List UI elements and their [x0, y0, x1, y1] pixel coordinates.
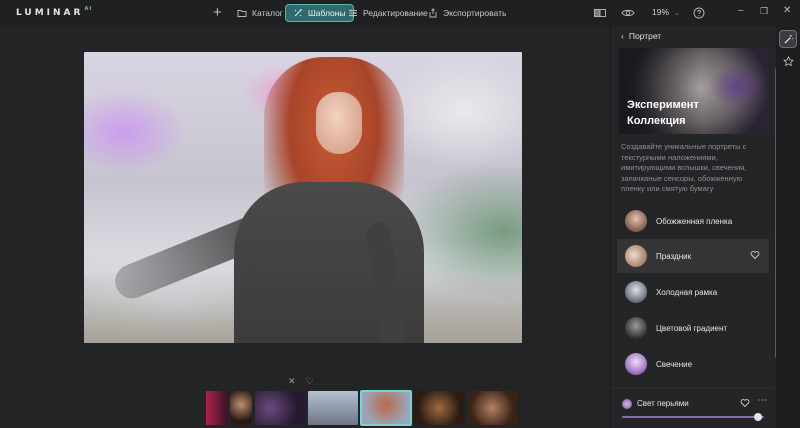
main-photo[interactable]: [84, 52, 522, 343]
maximize-button[interactable]: ❐: [760, 6, 768, 17]
preset-item-active[interactable]: Праздник: [617, 239, 769, 273]
collection-cover: Эксперимент Коллекция: [619, 48, 769, 134]
tab-templates-label: Шаблоны: [308, 8, 346, 18]
photo-actions: ✕ ♡: [288, 376, 314, 387]
slider-knob[interactable]: [754, 413, 763, 421]
help-icon[interactable]: [692, 6, 706, 20]
filmstrip-thumb[interactable]: [467, 391, 517, 425]
tab-export-label: Экспортировать: [443, 8, 507, 18]
preset-thumbnail: [625, 353, 647, 375]
collection-subtitle: Коллекция: [627, 115, 686, 127]
templates-panel: ‹ Портрет Эксперимент Коллекция Создавай…: [610, 26, 776, 428]
tab-catalog-label: Каталог: [252, 8, 283, 18]
heart-icon[interactable]: [750, 250, 760, 260]
amount-slider[interactable]: [622, 413, 764, 421]
preset-label: Свечение: [656, 359, 693, 369]
collection-description: Создавайте уникальные портреты с текстур…: [621, 142, 747, 193]
add-photos-button[interactable]: +: [213, 4, 222, 21]
filmstrip-thumb[interactable]: [255, 391, 305, 425]
preset-thumbnail: [625, 245, 647, 267]
tab-export[interactable]: Экспортировать: [421, 4, 513, 22]
sliders-icon: [349, 9, 357, 17]
preset-label: Холодная рамка: [656, 287, 718, 297]
zoom-value: 19%: [652, 7, 670, 17]
preset-thumbnail: [625, 210, 647, 232]
preset-item[interactable]: Обожженная пленка: [617, 204, 769, 238]
tab-catalog[interactable]: Каталог: [230, 4, 290, 22]
filmstrip-thumb[interactable]: [230, 391, 252, 425]
collection-title: Эксперимент: [627, 99, 699, 111]
tool-strip: [776, 26, 800, 428]
applied-preset-thumbnail: [622, 399, 632, 409]
export-icon: [429, 8, 437, 18]
heart-icon[interactable]: ♡: [306, 376, 314, 387]
chevron-left-icon: ‹: [621, 31, 624, 41]
applied-preset-label: Свет перьями: [637, 399, 689, 408]
filmstrip-thumb[interactable]: [308, 391, 358, 425]
top-bar: LUMINARAI + Каталог Шаблоны Редактирован…: [0, 0, 800, 26]
filmstrip: [206, 390, 517, 426]
more-icon[interactable]: ⋯: [757, 395, 767, 406]
app-logo: LUMINARAI: [16, 6, 93, 18]
back-button[interactable]: ‹ Портрет: [621, 31, 661, 41]
applied-preset: Свет перьями ⋯: [612, 388, 774, 428]
filmstrip-thumb-selected[interactable]: [360, 390, 412, 426]
preset-item[interactable]: Холодная рамка: [617, 275, 769, 309]
preset-thumbnail: [625, 281, 647, 303]
star-icon[interactable]: [779, 52, 797, 70]
tab-edit-label: Редактирование: [363, 8, 428, 18]
heart-icon[interactable]: [740, 398, 750, 408]
folder-icon: [237, 10, 247, 17]
eye-icon[interactable]: [621, 6, 635, 20]
back-label: Портрет: [628, 31, 662, 41]
close-window-button[interactable]: ✕: [783, 5, 791, 16]
reject-icon[interactable]: ✕: [288, 376, 296, 387]
compare-icon[interactable]: [593, 6, 607, 20]
preset-item[interactable]: Свечение: [617, 347, 769, 381]
minimize-button[interactable]: –: [738, 5, 744, 16]
preset-thumbnail: [625, 317, 647, 339]
templates-icon: [294, 9, 302, 17]
zoom-select[interactable]: 19% ⌄: [652, 7, 680, 17]
preset-item[interactable]: Цветовой градиент: [617, 311, 769, 345]
preset-label: Праздник: [656, 251, 692, 261]
magic-wand-icon[interactable]: [779, 30, 797, 48]
preset-label: Обожженная пленка: [656, 216, 733, 226]
filmstrip-thumb[interactable]: [414, 391, 464, 425]
preset-label: Цветовой градиент: [656, 323, 728, 333]
filmstrip-thumb[interactable]: [206, 391, 227, 425]
chevron-down-icon: ⌄: [674, 10, 680, 17]
